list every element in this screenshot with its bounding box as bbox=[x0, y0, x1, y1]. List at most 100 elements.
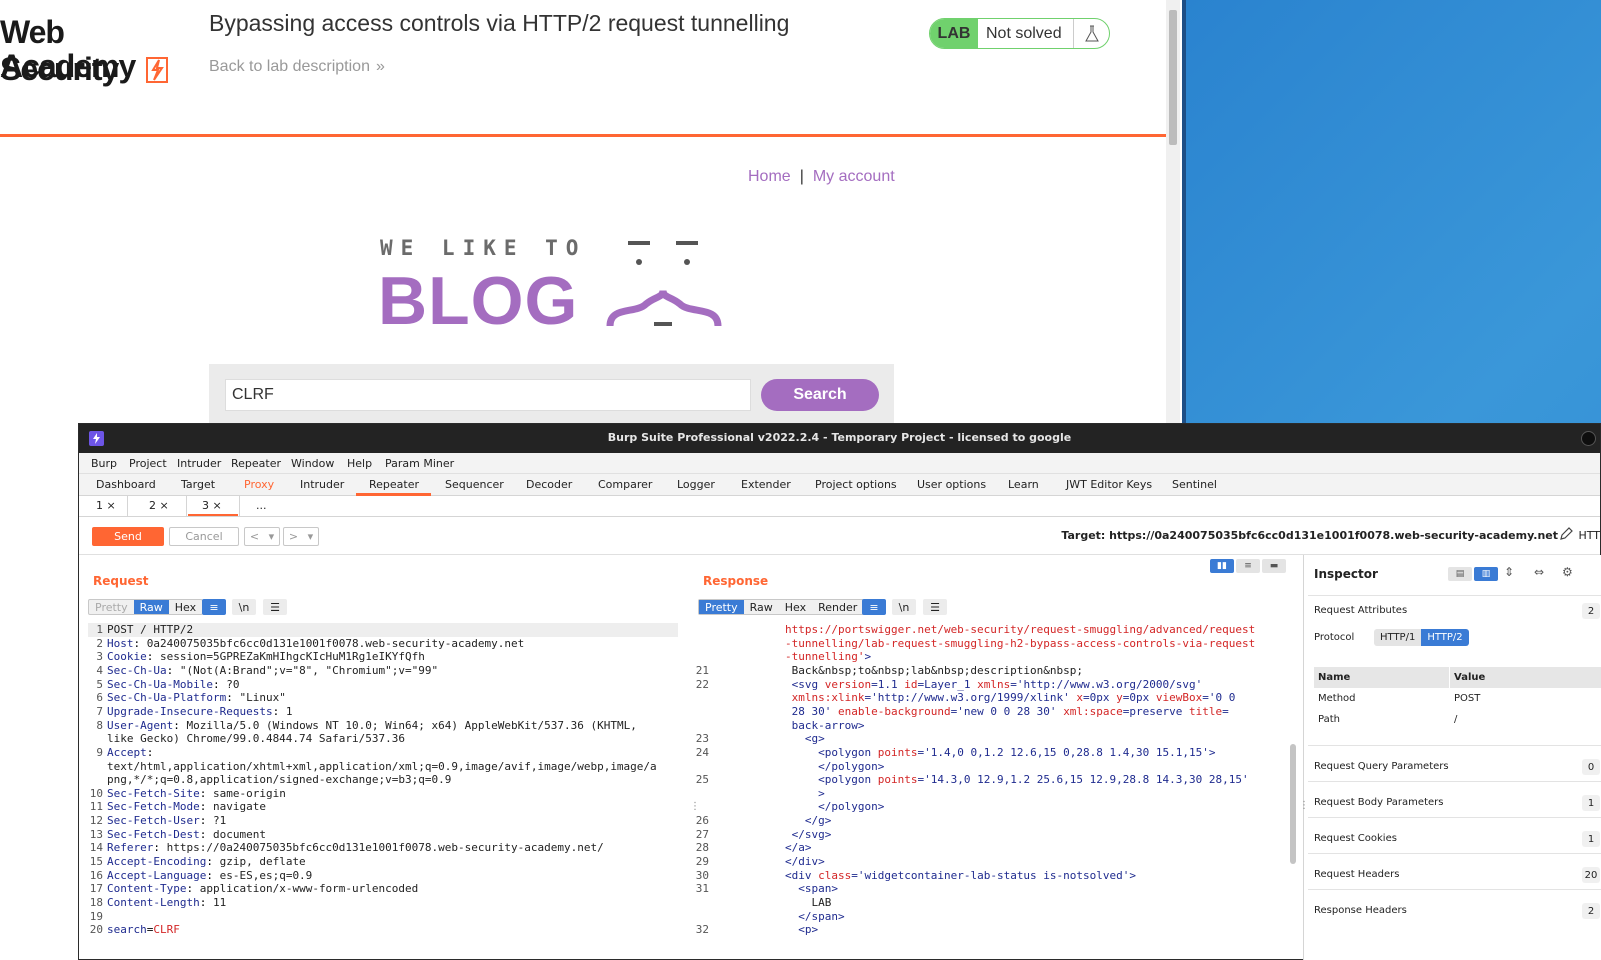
header-value: 1 bbox=[279, 704, 293, 718]
cancel-button[interactable]: Cancel bbox=[169, 527, 239, 546]
request-editor[interactable]: 1 POST / HTTP/2 2 Host: 0a240075035bfc6cc0d… bbox=[79, 623, 690, 960]
header-name: Accept-Encoding bbox=[107, 855, 207, 869]
tab-intruder[interactable]: Intruder bbox=[300, 478, 344, 491]
expand-all-icon[interactable]: ⇕ bbox=[1504, 565, 1514, 579]
resp-view-render[interactable]: Render bbox=[812, 600, 863, 614]
resp-view-hex[interactable]: Hex bbox=[779, 600, 812, 614]
response-line: -tunnelling/lab-request-smuggling-h2-byp… bbox=[785, 636, 1256, 650]
repeater-new-tab[interactable]: ... bbox=[256, 499, 267, 512]
inspector-section-request-query-parameters[interactable]: Request Query Parameters bbox=[1314, 761, 1449, 772]
search-button[interactable]: Search bbox=[761, 379, 879, 411]
layout-tabs-icon[interactable]: ▬ bbox=[1262, 559, 1286, 573]
inspector-section-request-headers[interactable]: Request Headers bbox=[1314, 869, 1399, 880]
tab-jwt-editor-keys[interactable]: JWT Editor Keys bbox=[1066, 478, 1152, 491]
inspector-layout-icon[interactable]: ▤ bbox=[1448, 567, 1472, 581]
table-row[interactable]: Method POST bbox=[1314, 688, 1601, 709]
request-line: POST / HTTP/2 bbox=[107, 623, 193, 637]
menu-icon[interactable]: ☰ bbox=[263, 599, 287, 615]
inspector-section-response-headers[interactable]: Response Headers bbox=[1314, 905, 1407, 916]
request-view-bar: Pretty Raw Hex ≡ \n ☰ bbox=[88, 599, 699, 617]
tab-divider bbox=[239, 496, 240, 517]
history-back-button[interactable]: < ▾ bbox=[244, 527, 280, 546]
tab-learn[interactable]: Learn bbox=[1008, 478, 1039, 491]
scrollbar-thumb[interactable] bbox=[1169, 10, 1177, 145]
req-view-raw[interactable]: Raw bbox=[133, 600, 169, 614]
response-line: 28 30' enable-background='new 0 0 28 30'… bbox=[791, 704, 1229, 718]
tab-sequencer[interactable]: Sequencer bbox=[445, 478, 504, 491]
resp-view-pretty[interactable]: Pretty bbox=[699, 600, 744, 614]
request-line: Content-Type: application/x-www-form-url… bbox=[107, 882, 419, 896]
tab-project-options[interactable]: Project options bbox=[815, 478, 897, 491]
tab-dashboard[interactable]: Dashboard bbox=[96, 478, 156, 491]
request-line: png,*/*;q=0.8,application/signed-exchang… bbox=[107, 773, 451, 787]
header-value: png,*/*;q=0.8,application/signed-exchang… bbox=[107, 773, 452, 787]
tab-target[interactable]: Target bbox=[181, 478, 215, 491]
header-value: same-origin bbox=[206, 786, 286, 800]
collapse-all-icon[interactable]: ⇔ bbox=[1534, 565, 1544, 579]
nav-separator: | bbox=[799, 168, 804, 185]
response-editor[interactable]: https://portswigger.net/web-security/req… bbox=[693, 623, 1289, 960]
layout-side-by-side-icon[interactable]: ▮▮ bbox=[1210, 559, 1234, 573]
repeater-tab-1[interactable]: 1 × bbox=[96, 499, 116, 512]
table-row[interactable]: Path / bbox=[1314, 709, 1601, 730]
inspector-section-request-cookies[interactable]: Request Cookies bbox=[1314, 833, 1397, 844]
menu-param-miner[interactable]: Param Miner bbox=[385, 457, 454, 470]
newline-toggle[interactable]: \n bbox=[232, 599, 256, 615]
layout-vertical-icon[interactable]: ≡ bbox=[1236, 559, 1260, 573]
response-line: <polygon points='1.4,0 0,1.2 12.6,15 0,2… bbox=[818, 745, 1216, 759]
tab-repeater[interactable]: Repeater bbox=[369, 478, 419, 491]
req-view-pretty[interactable]: Pretty bbox=[89, 600, 134, 614]
gear-icon[interactable]: ⚙ bbox=[1562, 565, 1573, 579]
back-to-lab-description-link[interactable]: Back to lab description » bbox=[209, 58, 385, 76]
edit-target-icon[interactable] bbox=[1559, 527, 1573, 541]
nav-home-link[interactable]: Home bbox=[748, 168, 791, 185]
menu-window[interactable]: Window bbox=[291, 457, 334, 470]
tab-comparer[interactable]: Comparer bbox=[598, 478, 652, 491]
line-number: 10 bbox=[89, 786, 103, 800]
word-wrap-icon[interactable]: ≡ bbox=[202, 599, 226, 615]
inspector-section-request-body-parameters[interactable]: Request Body Parameters bbox=[1314, 797, 1443, 808]
inspector-splitter[interactable]: ⋮ bbox=[1299, 801, 1309, 811]
repeater-tab-2[interactable]: 2 × bbox=[149, 499, 169, 512]
tab-sentinel[interactable]: Sentinel bbox=[1172, 478, 1217, 491]
active-subtab-indicator bbox=[188, 514, 238, 516]
resp-view-raw[interactable]: Raw bbox=[744, 600, 779, 614]
request-attributes-section[interactable]: Request Attributes bbox=[1314, 605, 1407, 616]
window-close-button[interactable] bbox=[1581, 431, 1596, 446]
line-number: 31 bbox=[695, 882, 709, 896]
word-wrap-icon[interactable]: ≡ bbox=[862, 599, 886, 615]
tab-proxy[interactable]: Proxy bbox=[244, 478, 274, 491]
tab-logger[interactable]: Logger bbox=[677, 478, 715, 491]
blog-face-icon bbox=[606, 241, 722, 327]
header-name: Sec-Ch-Ua bbox=[107, 663, 167, 677]
blog-logo: WE LIKE TO BLOG bbox=[378, 232, 728, 339]
inspector-layout-icon[interactable]: ▥ bbox=[1474, 567, 1498, 581]
menu-intruder[interactable]: Intruder bbox=[177, 457, 221, 470]
section-count: 2 bbox=[1582, 903, 1600, 919]
request-line: User-Agent: Mozilla/5.0 (Windows NT 10.0… bbox=[107, 718, 637, 732]
history-forward-button[interactable]: > ▾ bbox=[283, 527, 319, 546]
web-security-academy-logo[interactable]: Web Security Academy bbox=[0, 14, 190, 90]
dropdown-icon: ▾ bbox=[307, 530, 314, 543]
protocol-http1-option[interactable]: HTTP/1 bbox=[1374, 629, 1422, 646]
burp-titlebar[interactable]: Burp Suite Professional v2022.2.4 - Temp… bbox=[79, 424, 1600, 453]
line-number: 7 bbox=[96, 704, 103, 718]
tab-user-options[interactable]: User options bbox=[917, 478, 986, 491]
divider bbox=[1308, 853, 1601, 854]
search-input[interactable]: CLRF bbox=[225, 379, 751, 411]
line-number: 18 bbox=[89, 896, 103, 909]
send-button[interactable]: Send bbox=[92, 527, 164, 546]
tab-decoder[interactable]: Decoder bbox=[526, 478, 572, 491]
response-scrollbar[interactable] bbox=[1290, 744, 1296, 864]
menu-icon[interactable]: ☰ bbox=[923, 599, 947, 615]
protocol-http2-option[interactable]: HTTP/2 bbox=[1421, 629, 1469, 646]
repeater-tab-3[interactable]: 3 × bbox=[202, 499, 222, 512]
nav-my-account-link[interactable]: My account bbox=[813, 168, 895, 185]
tab-extender[interactable]: Extender bbox=[741, 478, 791, 491]
menu-help[interactable]: Help bbox=[347, 457, 372, 470]
menu-repeater[interactable]: Repeater bbox=[231, 457, 281, 470]
req-view-hex[interactable]: Hex bbox=[169, 600, 202, 614]
menu-burp[interactable]: Burp bbox=[91, 457, 117, 470]
newline-toggle[interactable]: \n bbox=[892, 599, 916, 615]
menu-project[interactable]: Project bbox=[129, 457, 167, 470]
